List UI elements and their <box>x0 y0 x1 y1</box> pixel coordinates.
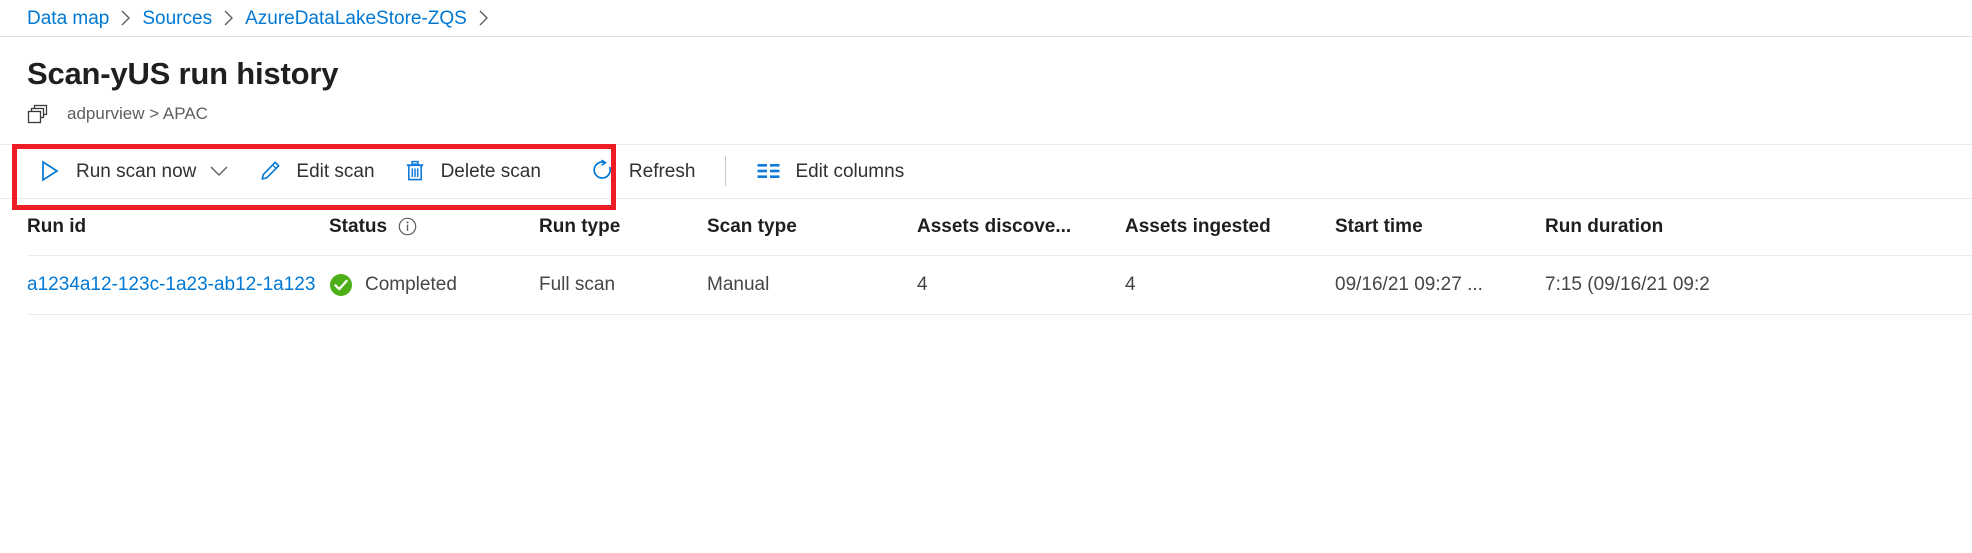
cell-run-duration: 7:15 (09/16/21 09:2 <box>1545 274 1875 296</box>
table-header-row: Run id Status Run type Scan type Assets … <box>27 199 1972 256</box>
delete-scan-button[interactable]: Delete scan <box>392 152 551 190</box>
cell-run-type: Full scan <box>539 274 707 296</box>
edit-columns-icon <box>756 159 782 183</box>
cell-run-id: a1234a12-123c-1a23-ab12-1a123d1 <box>27 274 329 296</box>
command-bar: Run scan now Edit scan <box>0 144 1972 199</box>
play-icon <box>37 159 63 183</box>
chevron-down-icon[interactable] <box>208 161 230 181</box>
checkmark-circle-icon <box>329 273 353 297</box>
chevron-right-icon <box>478 10 489 26</box>
collection-path: adpurview > APAC <box>27 102 1972 126</box>
status-badge: Completed <box>365 274 457 296</box>
cell-assets-ingested: 4 <box>1125 274 1335 296</box>
page-header: Scan-yUS run history adpurview > APAC <box>0 37 1972 126</box>
toolbar-divider <box>725 156 726 186</box>
command-bar-wrapper: Run scan now Edit scan <box>0 144 1972 199</box>
column-header-status[interactable]: Status <box>329 216 539 238</box>
column-header-run-duration[interactable]: Run duration <box>1545 216 1875 238</box>
breadcrumb-item-sources[interactable]: Sources <box>142 9 212 28</box>
edit-scan-button[interactable]: Edit scan <box>247 152 384 190</box>
column-header-assets-ingested[interactable]: Assets ingested <box>1125 216 1335 238</box>
column-header-run-id[interactable]: Run id <box>27 216 329 238</box>
refresh-button[interactable]: Refresh <box>580 152 706 190</box>
trash-icon <box>402 159 428 183</box>
info-icon[interactable] <box>397 216 418 237</box>
page-title: Scan-yUS run history <box>27 57 1972 92</box>
collection-icon <box>27 103 55 125</box>
cell-status: Completed <box>329 273 539 297</box>
run-scan-now-button[interactable]: Run scan now <box>27 152 240 190</box>
column-header-scan-type[interactable]: Scan type <box>707 216 917 238</box>
delete-scan-label: Delete scan <box>441 162 541 181</box>
run-scan-now-label: Run scan now <box>76 162 196 181</box>
cell-assets-discovered: 4 <box>917 274 1125 296</box>
chevron-right-icon <box>120 10 131 26</box>
run-id-link[interactable]: a1234a12-123c-1a23-ab12-1a123d1 <box>27 274 315 296</box>
pencil-icon <box>257 159 283 183</box>
cell-scan-type: Manual <box>707 274 917 296</box>
refresh-label: Refresh <box>629 162 696 181</box>
cell-start-time: 09/16/21 09:27 ... <box>1335 274 1545 296</box>
column-header-assets-discovered[interactable]: Assets discove... <box>917 216 1125 238</box>
refresh-icon <box>590 159 616 183</box>
table-row[interactable]: a1234a12-123c-1a23-ab12-1a123d1 Complete… <box>27 256 1972 315</box>
edit-columns-button[interactable]: Edit columns <box>746 152 914 190</box>
column-header-run-type[interactable]: Run type <box>539 216 707 238</box>
column-header-status-label: Status <box>329 216 387 238</box>
breadcrumb: Data map Sources AzureDataLakeStore-ZQS <box>0 0 1972 37</box>
breadcrumb-item-source[interactable]: AzureDataLakeStore-ZQS <box>245 9 467 28</box>
column-header-start-time[interactable]: Start time <box>1335 216 1545 238</box>
breadcrumb-item-data-map[interactable]: Data map <box>27 9 109 28</box>
edit-columns-label: Edit columns <box>795 162 904 181</box>
run-history-table: Run id Status Run type Scan type Assets … <box>0 199 1972 315</box>
chevron-right-icon <box>223 10 234 26</box>
edit-scan-label: Edit scan <box>296 162 374 181</box>
collection-path-label: adpurview > APAC <box>67 105 208 122</box>
